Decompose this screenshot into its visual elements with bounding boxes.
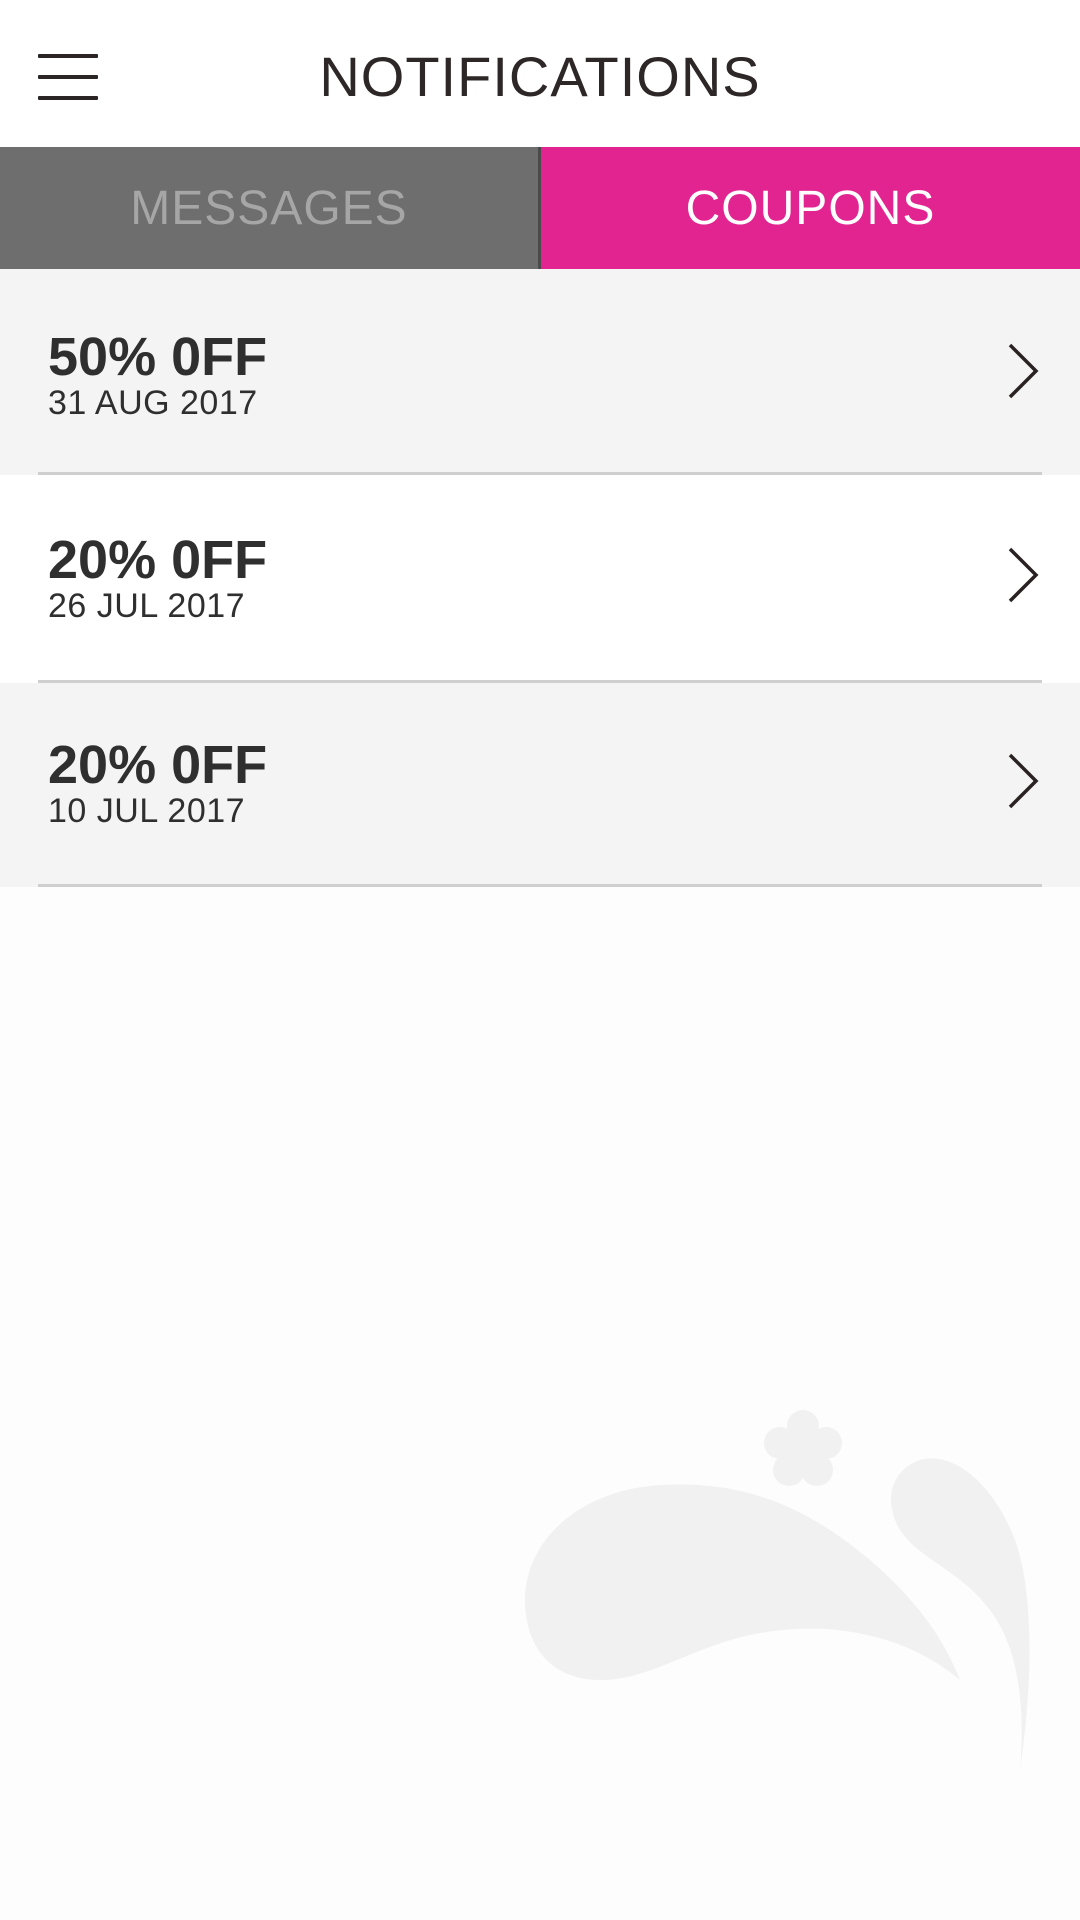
coupon-row[interactable]: 20% 0FF 26 JUL 2017 xyxy=(0,475,1080,683)
coupon-title: 20% 0FF xyxy=(48,530,268,590)
page-title: NOTIFICATIONS xyxy=(319,45,761,108)
coupon-row[interactable]: 50% 0FF 31 AUG 2017 xyxy=(0,269,1080,475)
notifications-screen: NOTIFICATIONS MESSAGES COUPONS 50% 0FF 3… xyxy=(0,0,1080,1920)
chevron-right-icon xyxy=(1008,753,1039,809)
coupon-row[interactable]: 20% 0FF 10 JUL 2017 xyxy=(0,683,1080,887)
top-bar: NOTIFICATIONS xyxy=(0,0,1080,147)
brand-splash-logo-icon xyxy=(525,1410,1030,1770)
coupon-title: 50% 0FF xyxy=(48,327,268,387)
coupon-date: 26 JUL 2017 xyxy=(48,587,246,625)
chevron-right-icon xyxy=(1008,343,1039,399)
coupon-list: 50% 0FF 31 AUG 2017 20% 0FF 26 JUL 2017 … xyxy=(0,269,1080,887)
coupon-date: 10 JUL 2017 xyxy=(48,792,246,830)
tab-coupons[interactable]: COUPONS xyxy=(541,147,1080,269)
coupon-title: 20% 0FF xyxy=(48,735,268,795)
tab-messages[interactable]: MESSAGES xyxy=(0,147,541,269)
row-divider xyxy=(38,884,1042,887)
chevron-right-icon xyxy=(1008,547,1039,603)
tab-bar: MESSAGES COUPONS xyxy=(0,147,1080,269)
coupon-date: 31 AUG 2017 xyxy=(48,384,258,422)
